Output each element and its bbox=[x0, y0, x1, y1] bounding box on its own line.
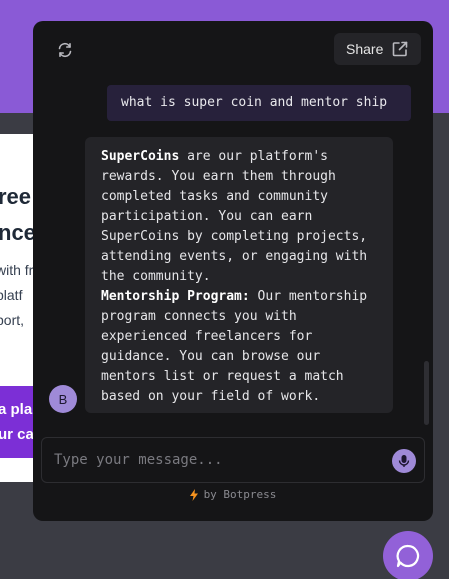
powered-by[interactable]: by Botpress bbox=[33, 488, 433, 501]
background-heading-line2: nce bbox=[0, 220, 36, 245]
refresh-icon bbox=[58, 42, 72, 58]
refresh-button[interactable] bbox=[54, 39, 76, 61]
bot-mentorship-title: Mentorship Program: bbox=[101, 289, 250, 304]
background-heading-line1: ree bbox=[0, 184, 32, 209]
bot-supercoins-body: are our platform's rewards. You earn the… bbox=[101, 149, 368, 284]
microphone-icon bbox=[398, 455, 410, 467]
user-message-bubble: what is super coin and mentor ship bbox=[107, 85, 411, 121]
bot-supercoins-title: SuperCoins bbox=[101, 149, 180, 164]
external-link-icon bbox=[392, 41, 408, 57]
bot-paragraph-supercoins: SuperCoins are our platform's rewards. Y… bbox=[101, 147, 383, 287]
background-text-line2: platf bbox=[0, 287, 23, 303]
message-input[interactable] bbox=[54, 438, 374, 482]
chat-window: Share what is super coin and mentor ship… bbox=[33, 21, 433, 521]
bolt-icon bbox=[189, 488, 198, 501]
powered-by-label: by Botpress bbox=[203, 488, 277, 501]
share-button[interactable]: Share bbox=[334, 33, 421, 65]
microphone-button[interactable] bbox=[392, 449, 416, 473]
background-text-line1: with fr bbox=[0, 262, 34, 278]
background-text-line3: port, bbox=[0, 312, 25, 328]
bot-paragraph-mentorship: Mentorship Program: Our mentorship progr… bbox=[101, 287, 383, 407]
bot-message-bubble: SuperCoins are our platform's rewards. Y… bbox=[85, 137, 393, 413]
background-cta-line1: a pla bbox=[0, 401, 33, 418]
bot-mentorship-body: Our mentorship program connects you with… bbox=[101, 289, 368, 404]
background-cta-line2: ur ca bbox=[0, 426, 34, 443]
chat-launcher-button[interactable] bbox=[383, 531, 433, 579]
chat-bubble-icon bbox=[396, 544, 420, 568]
share-label: Share bbox=[346, 41, 384, 57]
messages-scrollbar[interactable] bbox=[424, 361, 429, 425]
message-composer bbox=[41, 437, 425, 483]
bot-avatar: B bbox=[49, 385, 77, 413]
